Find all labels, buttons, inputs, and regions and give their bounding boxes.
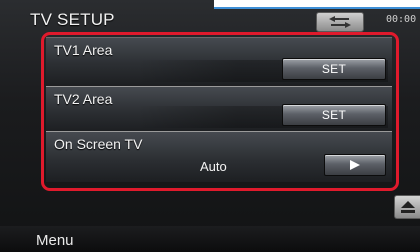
menu-button[interactable]: Menu xyxy=(36,232,74,249)
eject-button[interactable] xyxy=(394,195,420,219)
back-button[interactable] xyxy=(316,12,364,32)
back-arrow-icon xyxy=(329,16,351,28)
clock: 00:00 xyxy=(386,14,417,25)
eject-icon xyxy=(400,201,415,213)
selection-highlight-frame xyxy=(41,32,399,191)
accent-line xyxy=(214,7,420,9)
page-title: TV SETUP xyxy=(30,10,115,29)
tv-setup-screen: TV SETUP 00:00 TV1 Area SET TV2 Area SET… xyxy=(0,0,420,252)
